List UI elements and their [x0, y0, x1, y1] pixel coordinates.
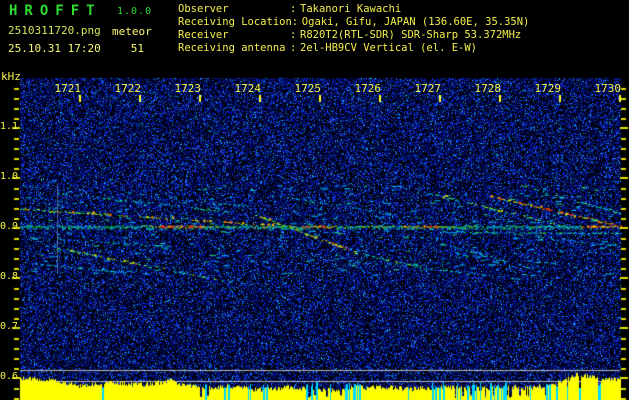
y-axis-tick-label: 0.8: [0, 271, 19, 282]
station-info: Observer: Takanori Kawachi Receiving Loca…: [178, 3, 529, 55]
y-axis-unit-label: kHz: [1, 70, 21, 83]
info-colon: :: [290, 42, 297, 54]
info-value: R820T2(RTL-SDR) SDR-Sharp 53.372MHz: [300, 29, 522, 41]
info-row-receiver: Receiver: R820T2(RTL-SDR) SDR-Sharp 53.37…: [178, 29, 529, 42]
info-value: 2el-HB9CV Vertical (el. E-W): [300, 42, 478, 54]
info-label: Receiving antenna: [178, 42, 286, 54]
info-value: Takanori Kawachi: [300, 3, 402, 15]
info-colon: :: [290, 29, 297, 41]
app-version: 1.0.0: [117, 6, 153, 17]
x-axis-tick-label: 1724: [234, 82, 262, 95]
spectrogram-canvas: [0, 0, 629, 400]
observation-mode: meteor: [112, 25, 152, 38]
info-value: Ogaki, Gifu, JAPAN (136.60E, 35.35N): [301, 16, 530, 28]
y-axis-tick-label: 1.1: [0, 121, 19, 132]
y-axis-tick-label: 1.0: [0, 171, 19, 182]
echo-count: 51: [130, 42, 144, 55]
y-axis-tick-label: 0.9: [0, 221, 19, 232]
x-axis-tick-label: 1723: [174, 82, 202, 95]
app-title: HROFFT: [9, 3, 102, 19]
observation-datetime: 25.10.31 17:20: [8, 42, 101, 55]
info-label: Receiver: [178, 29, 229, 41]
x-axis-tick-label: 1725: [294, 82, 322, 95]
x-axis-tick-label: 1727: [414, 82, 442, 95]
x-axis-tick-label: 1721: [54, 82, 82, 95]
output-filename: 2510311720.png: [8, 24, 101, 37]
x-axis-tick-label: 1730: [594, 82, 622, 95]
info-colon: :: [290, 3, 297, 15]
x-axis-tick-label: 1722: [114, 82, 142, 95]
y-axis-tick-label: 0.6: [0, 371, 19, 382]
y-axis-tick-label: 0.7: [0, 321, 19, 332]
x-axis-tick-label: 1726: [354, 82, 382, 95]
info-row-observer: Observer: Takanori Kawachi: [178, 3, 529, 16]
info-label: Observer: [178, 3, 229, 15]
info-row-location: Receiving Location: Ogaki, Gifu, JAPAN (1…: [178, 16, 529, 29]
x-axis-tick-label: 1728: [474, 82, 502, 95]
info-label: Receiving Location: [178, 16, 292, 28]
x-axis-tick-label: 1729: [534, 82, 562, 95]
info-colon: :: [291, 16, 299, 28]
hrofft-window: HROFFT 1.0.0 2510311720.png meteor 25.10…: [0, 0, 629, 400]
info-row-antenna: Receiving antenna:2el-HB9CV Vertical (el…: [178, 42, 529, 55]
